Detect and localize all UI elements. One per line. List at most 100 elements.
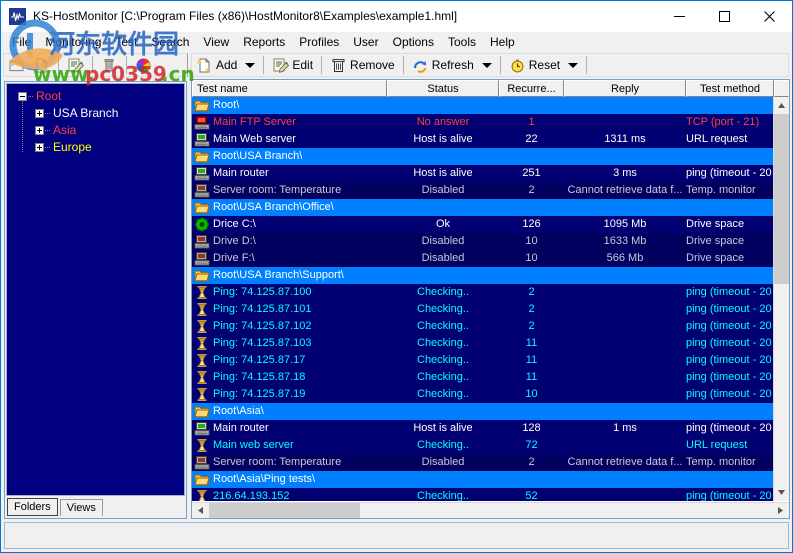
collapse-toggle-icon[interactable] <box>18 92 27 101</box>
delete-folder-button[interactable] <box>97 54 122 76</box>
horizontal-scrollbar[interactable] <box>192 502 789 518</box>
test-row[interactable]: Drive F:\Disabled10566 MbDrive space <box>192 250 773 267</box>
test-reply-cell <box>564 386 686 403</box>
minimize-button[interactable] <box>657 1 702 31</box>
scroll-down-button[interactable] <box>774 484 789 501</box>
tree-node-asia[interactable]: Asia <box>7 122 184 139</box>
expand-toggle-icon[interactable] <box>35 126 44 135</box>
expand-toggle-icon[interactable] <box>35 143 44 152</box>
tree-node-usa-branch[interactable]: USA Branch <box>7 105 184 122</box>
test-row[interactable]: Drive D:\Disabled101633 MbDrive space <box>192 233 773 250</box>
list-group-row[interactable]: Root\Asia\Ping tests\ <box>192 471 773 488</box>
horizontal-scroll-thumb[interactable] <box>209 503 360 518</box>
test-recurrences-cell: 10 <box>499 233 564 250</box>
test-name-cell: Main router <box>213 165 269 182</box>
menu-item-help[interactable]: Help <box>483 34 522 50</box>
test-row[interactable]: Ping: 74.125.87.17Checking..11ping (time… <box>192 352 773 369</box>
menu-item-search[interactable]: Search <box>144 34 196 50</box>
test-row[interactable]: Main Web serverHost is alive221311 msURL… <box>192 131 773 148</box>
menu-item-file[interactable]: File <box>5 34 38 50</box>
list-group-row[interactable]: Root\USA Branch\ <box>192 148 773 165</box>
menu-item-reports[interactable]: Reports <box>236 34 292 50</box>
close-button[interactable] <box>747 1 792 31</box>
list-group-row[interactable]: Root\USA Branch\Office\ <box>192 199 773 216</box>
test-method-cell: ping (timeout - 20 <box>686 386 773 403</box>
menu-item-user[interactable]: User <box>346 34 385 50</box>
test-row[interactable]: Ping: 74.125.87.19Checking..10ping (time… <box>192 386 773 403</box>
list-group-row[interactable]: Root\Asia\ <box>192 403 773 420</box>
edit-icon <box>272 57 289 74</box>
column-header-test-method[interactable]: Test method <box>686 80 774 97</box>
menu-item-tools[interactable]: Tools <box>441 34 483 50</box>
new-folder-button[interactable] <box>4 54 29 76</box>
tab-views[interactable]: Views <box>60 499 103 516</box>
folder-tree[interactable]: Root USA Branch Asia Europe <box>6 83 185 496</box>
test-status-cell: Checking.. <box>387 369 499 386</box>
column-header-test-name[interactable]: Test name <box>192 80 387 97</box>
refresh-dropdown-arrow[interactable] <box>478 54 496 76</box>
menu-item-monitoring[interactable]: Monitoring <box>38 34 108 50</box>
remove-button[interactable]: Remove <box>326 54 399 76</box>
column-header-status[interactable]: Status <box>387 80 499 97</box>
new-file-button[interactable] <box>29 54 54 76</box>
reset-dropdown-arrow[interactable] <box>564 54 582 76</box>
refresh-button-label: Refresh <box>432 58 474 72</box>
tree-node-europe[interactable]: Europe <box>7 139 184 156</box>
server-ok-icon <box>194 166 210 181</box>
add-button[interactable]: Add <box>192 54 241 76</box>
test-list[interactable]: Root\Main FTP ServerNo answer1TCP (port … <box>192 97 773 501</box>
server-ok-icon <box>194 132 210 147</box>
toolbar: Add Edit <box>1 52 792 79</box>
menu-item-test[interactable]: Test <box>108 34 144 50</box>
edit-button[interactable]: Edit <box>268 54 317 76</box>
tree-node-root[interactable]: Root <box>7 88 184 105</box>
chevron-down-icon <box>245 63 255 68</box>
test-status-cell: Host is alive <box>387 131 499 148</box>
test-recurrences-cell: 2 <box>499 454 564 471</box>
test-row[interactable]: Ping: 74.125.87.18Checking..11ping (time… <box>192 369 773 386</box>
edit-properties-button[interactable] <box>63 54 88 76</box>
test-row[interactable]: Server room: TemperatureDisabled2Cannot … <box>192 182 773 199</box>
test-row[interactable]: Ping: 74.125.87.103Checking..11ping (tim… <box>192 335 773 352</box>
test-recurrences-cell: 11 <box>499 335 564 352</box>
vertical-scrollbar[interactable] <box>773 97 789 501</box>
menu-item-profiles[interactable]: Profiles <box>292 34 346 50</box>
test-row[interactable]: Server room: TemperatureDisabled2Cannot … <box>192 454 773 471</box>
test-row[interactable]: Main routerHost is alive2513 msping (tim… <box>192 165 773 182</box>
test-name-cell: Ping: 74.125.87.101 <box>213 301 311 318</box>
test-row[interactable]: Main FTP ServerNo answer1TCP (port - 21) <box>192 114 773 131</box>
column-header-recurrences[interactable]: Recurre... <box>499 80 564 97</box>
list-header: Test name Status Recurre... Reply Test m… <box>192 80 789 97</box>
menu-item-options[interactable]: Options <box>386 34 441 50</box>
reset-button[interactable]: Reset <box>505 54 564 76</box>
scroll-left-button[interactable] <box>192 503 209 518</box>
test-row[interactable]: Main routerHost is alive1281 msping (tim… <box>192 420 773 437</box>
test-method-cell: ping (timeout - 20 <box>686 165 773 182</box>
test-method-cell: Temp. monitor <box>686 454 773 471</box>
list-group-row[interactable]: Root\ <box>192 97 773 114</box>
list-group-row[interactable]: Root\USA Branch\Support\ <box>192 267 773 284</box>
vertical-scroll-thumb[interactable] <box>774 114 789 284</box>
test-reply-cell: 566 Mb <box>564 250 686 267</box>
toolbar-right-group: Add Edit <box>191 53 789 77</box>
test-row[interactable]: Main web serverChecking..72URL request <box>192 437 773 454</box>
color-palette-button[interactable] <box>131 54 156 76</box>
test-row[interactable]: Drice C:\Ok1261095 MbDrive space <box>192 216 773 233</box>
group-path-label: Root\USA Branch\Office\ <box>213 199 334 216</box>
test-row[interactable]: 216.64.193.152Checking..52ping (timeout … <box>192 488 773 501</box>
test-row[interactable]: Ping: 74.125.87.100Checking..2ping (time… <box>192 284 773 301</box>
tree-dots <box>45 113 51 114</box>
menu-item-view[interactable]: View <box>196 34 236 50</box>
test-row[interactable]: Ping: 74.125.87.102Checking..2ping (time… <box>192 318 773 335</box>
column-header-reply[interactable]: Reply <box>564 80 686 97</box>
add-dropdown-arrow[interactable] <box>241 54 259 76</box>
test-status-cell: Checking.. <box>387 284 499 301</box>
scroll-up-button[interactable] <box>774 97 789 114</box>
scroll-right-button[interactable] <box>772 503 789 518</box>
chevron-down-icon <box>482 63 492 68</box>
tab-folders[interactable]: Folders <box>7 498 58 516</box>
test-row[interactable]: Ping: 74.125.87.101Checking..2ping (time… <box>192 301 773 318</box>
expand-toggle-icon[interactable] <box>35 109 44 118</box>
refresh-button[interactable]: Refresh <box>408 54 478 76</box>
maximize-button[interactable] <box>702 1 747 31</box>
